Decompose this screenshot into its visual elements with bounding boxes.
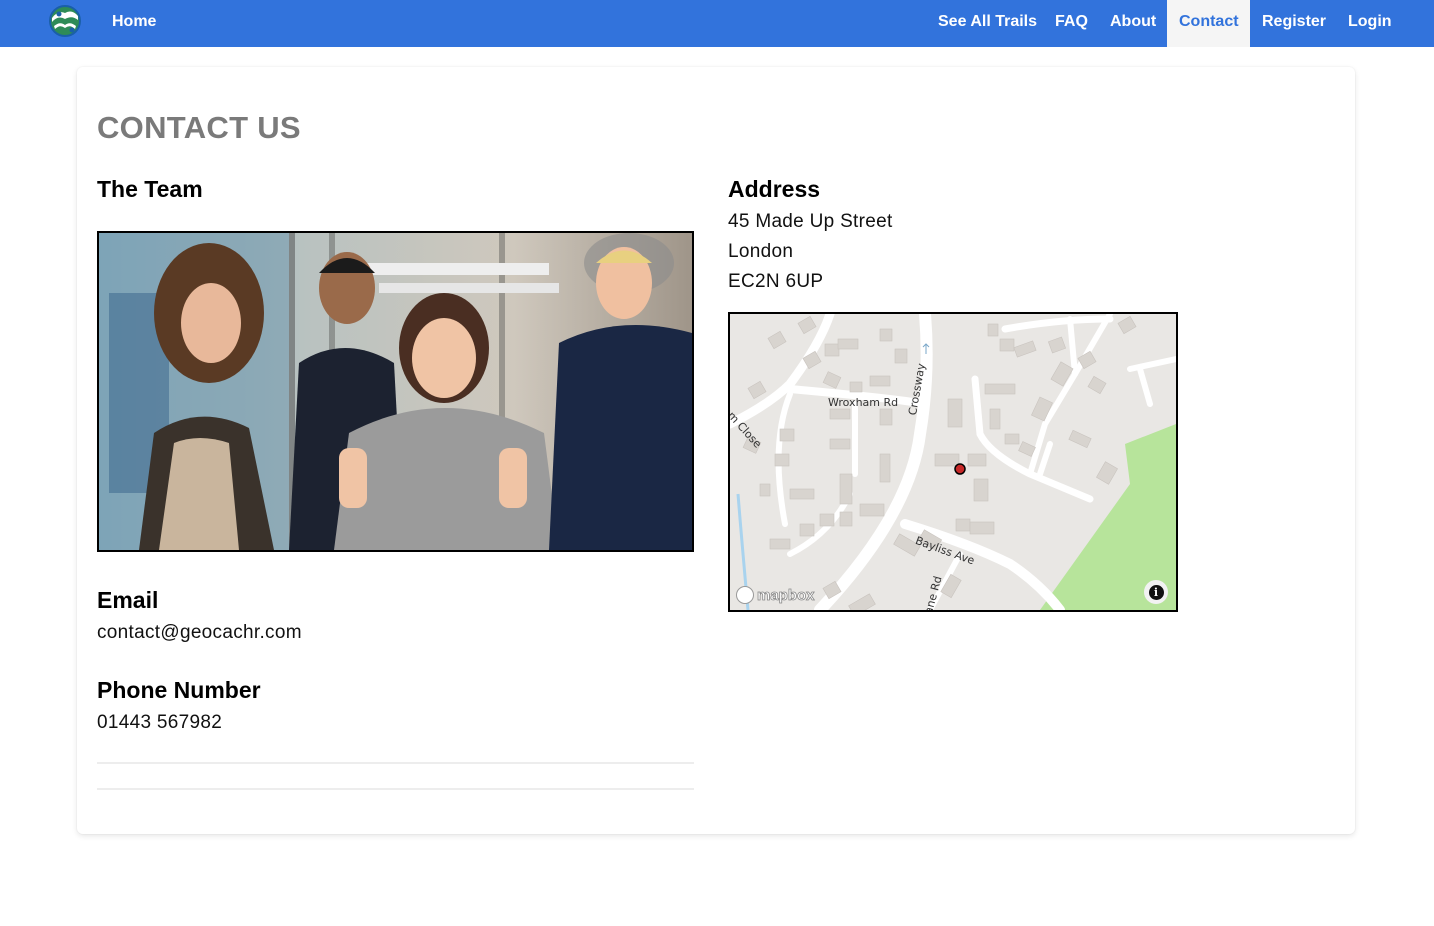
geocachr-logo-icon[interactable] bbox=[48, 4, 82, 38]
mapbox-attribution[interactable]: mapbox bbox=[736, 586, 815, 604]
street-label-wroxham: Wroxham Rd bbox=[828, 396, 899, 409]
nav-faq[interactable]: FAQ bbox=[1043, 0, 1100, 47]
nav-register[interactable]: Register bbox=[1250, 0, 1338, 47]
address-line-1: 45 Made Up Street bbox=[728, 211, 893, 232]
address-line-2: London bbox=[728, 241, 794, 262]
divider-2 bbox=[97, 788, 694, 790]
nav-about[interactable]: About bbox=[1098, 0, 1168, 47]
address-line-3: EC2N 6UP bbox=[728, 271, 824, 292]
team-photo bbox=[97, 231, 694, 552]
nav-login[interactable]: Login bbox=[1336, 0, 1404, 47]
mapbox-logo-icon bbox=[736, 586, 754, 604]
nav-see-all-trails[interactable]: See All Trails bbox=[926, 0, 1049, 47]
info-icon: i bbox=[1148, 584, 1164, 600]
email-heading: Email bbox=[97, 587, 159, 613]
team-heading: The Team bbox=[97, 176, 203, 202]
navbar: Home See All Trails FAQ About Contact Re… bbox=[0, 0, 1434, 47]
phone-value[interactable]: 01443 567982 bbox=[97, 712, 222, 734]
phone-heading: Phone Number bbox=[97, 677, 261, 703]
location-map[interactable]: Wroxham Rd Crossway Bayliss Ave am Close… bbox=[728, 312, 1178, 612]
mapbox-wordmark: mapbox bbox=[757, 586, 815, 604]
email-value[interactable]: contact@geocachr.com bbox=[97, 622, 302, 644]
nav-home[interactable]: Home bbox=[100, 0, 168, 47]
nav-contact[interactable]: Contact bbox=[1167, 0, 1250, 47]
address-heading: Address bbox=[728, 176, 821, 202]
map-info-button[interactable]: i bbox=[1144, 580, 1168, 604]
divider-1 bbox=[97, 762, 694, 764]
page-title: CONTACT US bbox=[97, 110, 301, 145]
